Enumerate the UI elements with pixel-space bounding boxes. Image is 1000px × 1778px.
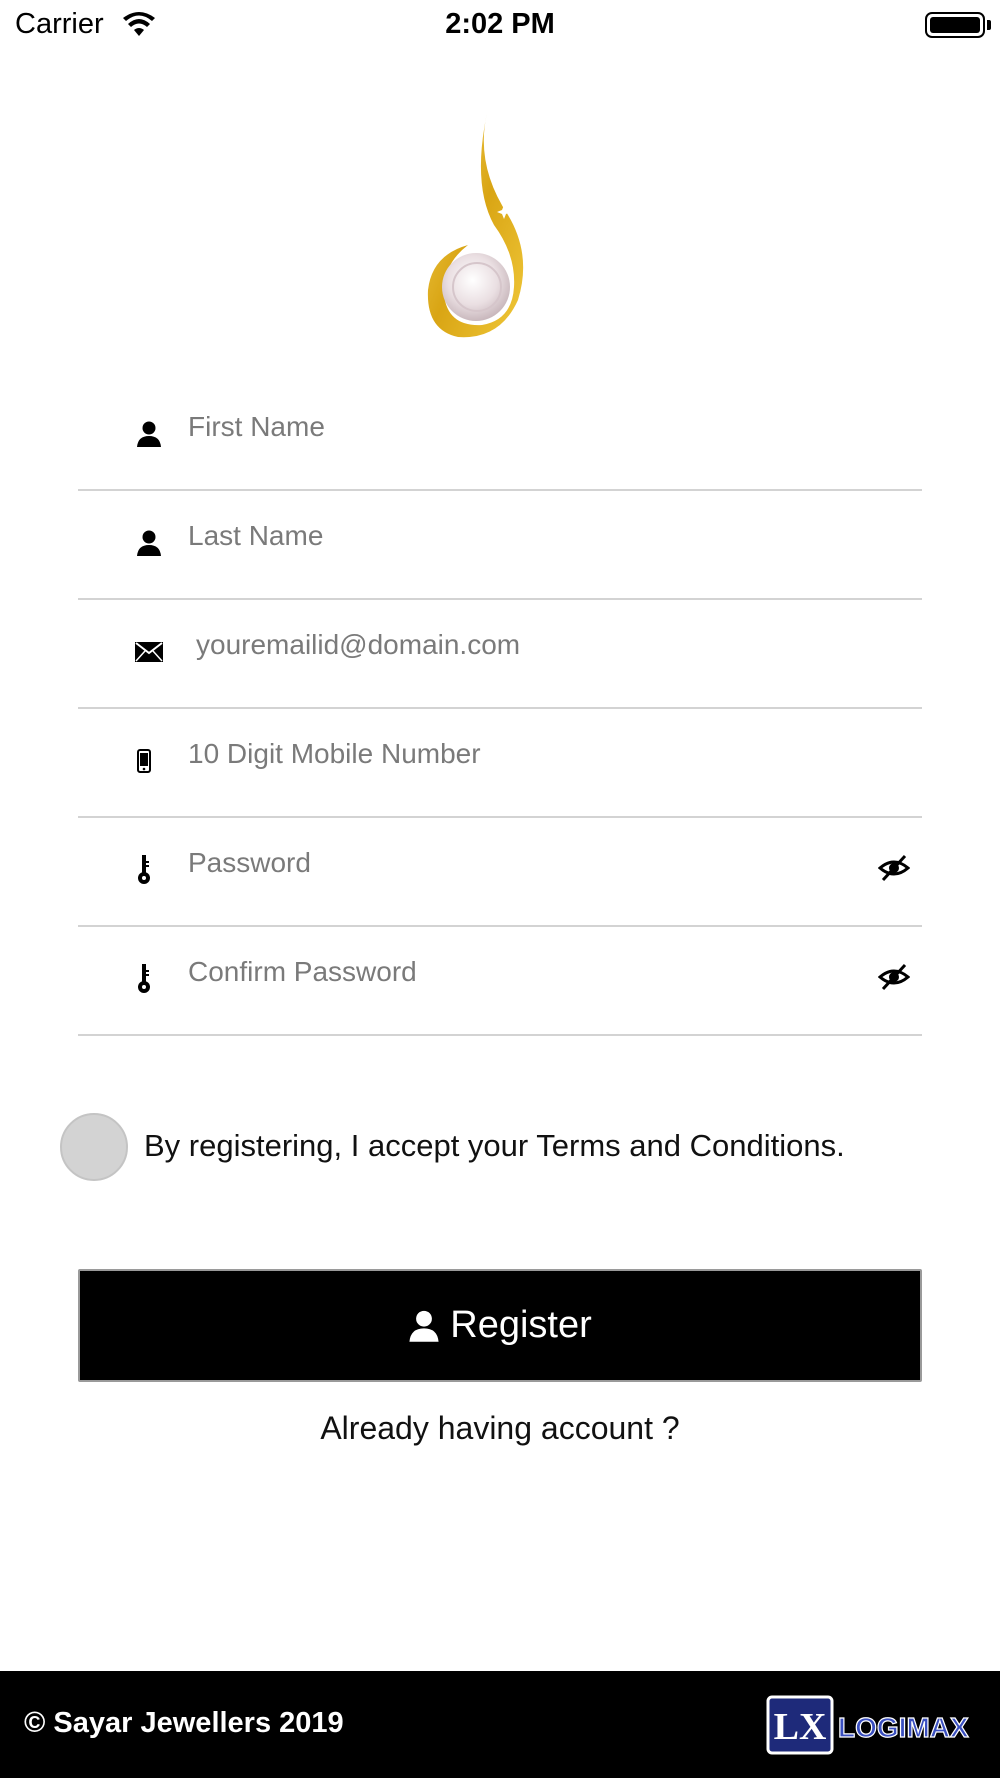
svg-text:LOGIMAX: LOGIMAX <box>838 1712 969 1743</box>
mobile-field-row <box>78 709 922 818</box>
person-icon <box>133 414 165 454</box>
mobile-input[interactable] <box>188 729 828 779</box>
copyright-text: © Sayar Jewellers 2019 <box>24 1707 344 1739</box>
person-icon <box>133 523 165 563</box>
first-name-field-row <box>78 382 922 491</box>
terms-row: By registering, I accept your Terms and … <box>60 1113 960 1183</box>
password-input[interactable] <box>188 838 828 888</box>
confirm-password-input[interactable] <box>188 947 828 997</box>
email-input[interactable] <box>196 620 836 670</box>
person-icon <box>409 1310 439 1342</box>
key-icon <box>128 850 160 890</box>
svg-text:LX: LX <box>774 1706 827 1748</box>
eye-slash-icon[interactable] <box>878 854 910 882</box>
terms-checkbox[interactable] <box>60 1113 128 1181</box>
battery-icon <box>925 12 985 38</box>
last-name-field-row <box>78 491 922 600</box>
key-icon <box>128 959 160 999</box>
login-link[interactable]: Already having account ? <box>0 1410 1000 1447</box>
register-button[interactable]: Register <box>78 1269 922 1382</box>
battery-cap <box>987 20 991 30</box>
terms-label: By registering, I accept your Terms and … <box>144 1128 845 1163</box>
email-field-row <box>78 600 922 709</box>
clock: 2:02 PM <box>445 8 555 40</box>
envelope-icon <box>133 632 165 672</box>
eye-slash-icon[interactable] <box>878 963 910 991</box>
footer: © Sayar Jewellers 2019 LX LOGIMAX <box>0 1671 1000 1778</box>
logimax-logo-icon: LX LOGIMAX <box>766 1695 970 1755</box>
password-field-row <box>78 818 922 927</box>
phone-icon <box>128 741 160 781</box>
last-name-input[interactable] <box>188 511 828 561</box>
status-bar: Carrier 2:02 PM <box>0 0 1000 50</box>
registration-form <box>78 382 922 1036</box>
confirm-password-field-row <box>78 927 922 1036</box>
brand-logo-icon <box>427 113 524 342</box>
register-button-label: Register <box>450 1304 592 1346</box>
first-name-input[interactable] <box>188 402 828 452</box>
